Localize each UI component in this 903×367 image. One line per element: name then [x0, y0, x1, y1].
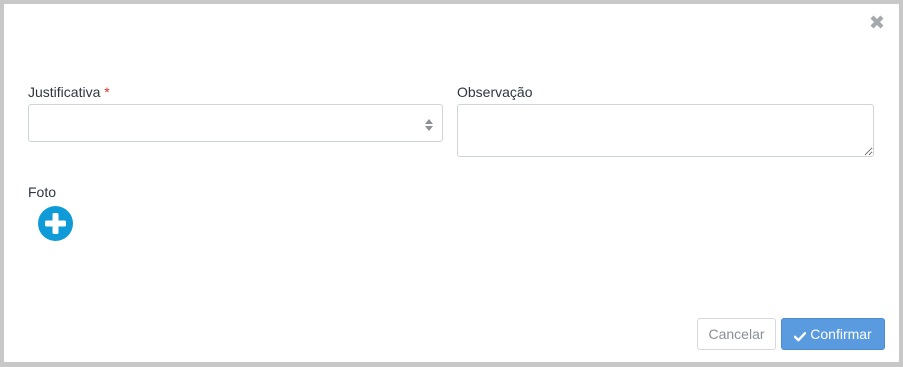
sort-arrows-icon: [424, 118, 434, 132]
observacao-textarea[interactable]: [457, 104, 874, 157]
observacao-label: Observação: [457, 84, 533, 100]
cancel-button-label: Cancelar: [708, 326, 765, 342]
required-marker: *: [104, 84, 110, 100]
close-icon[interactable]: [868, 13, 886, 31]
justificativa-select[interactable]: [28, 104, 443, 142]
check-icon: [794, 329, 807, 341]
plus-circle-icon[interactable]: [38, 206, 73, 241]
cancel-button[interactable]: Cancelar: [697, 318, 776, 350]
confirm-button-label: Confirmar: [810, 326, 872, 342]
confirm-button[interactable]: Confirmar: [781, 318, 885, 350]
justification-dialog: Justificativa * Observação Foto Cancelar: [4, 4, 899, 362]
justificativa-label-text: Justificativa: [28, 84, 101, 100]
foto-label: Foto: [28, 184, 57, 200]
justificativa-label: Justificativa *: [28, 84, 110, 100]
